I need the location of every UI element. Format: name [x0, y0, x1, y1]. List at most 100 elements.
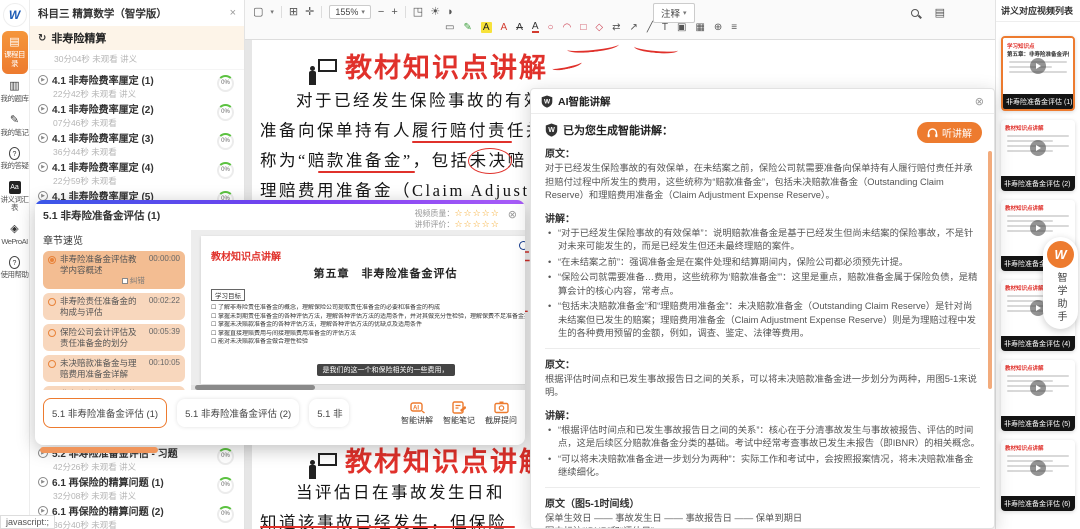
strikethrough-tool-icon[interactable]: A [516, 22, 523, 33]
report-error-label[interactable]: 纠错 [130, 276, 145, 285]
fullscreen-icon[interactable]: ◳ [413, 4, 423, 20]
scrollbar-thumb[interactable] [195, 385, 315, 390]
image-tool-icon[interactable]: ▦ [695, 22, 704, 33]
pen-tool-icon[interactable]: ✎ [463, 22, 471, 33]
play-icon[interactable] [1030, 460, 1046, 476]
connector-tool-icon[interactable]: ⇄ [612, 22, 620, 33]
line-tool-icon[interactable]: ╱ [647, 22, 653, 33]
chapter-group-title: 非寿险精算 [51, 30, 106, 46]
zoom-in-icon[interactable]: + [391, 4, 397, 20]
play-icon[interactable] [1030, 220, 1046, 236]
close-icon[interactable]: × [230, 7, 236, 19]
radio-icon [48, 360, 56, 368]
chapter-chip[interactable]: 非寿险准备金评估教学内容概述 纠错 00:00:00 [43, 251, 185, 289]
teacher-rating-label: 讲师评价： [414, 220, 454, 229]
close-icon[interactable]: ⊗ [975, 95, 984, 108]
font-color-tool-icon[interactable]: A [501, 22, 508, 33]
video-card[interactable]: 教材知识点讲解 非寿险准备金评估 (2) [1001, 120, 1075, 191]
course-item[interactable]: ▶ 4.1 非寿险费率厘定 (2) 07分46秒 未观看 0% [30, 99, 244, 128]
page-thumbnail-icon[interactable]: ▢ [253, 4, 263, 20]
list-tool-icon[interactable]: ≡ [731, 22, 737, 33]
chevron-down-icon: ▾ [361, 8, 365, 16]
chapter-group-header[interactable]: ↻ 非寿险精算 [30, 26, 244, 50]
sidebar-item-question-bank[interactable]: ▥ 我的题库 [1, 76, 29, 110]
svg-text:AI: AI [413, 405, 419, 411]
fit-width-icon[interactable]: ⊞ [289, 4, 298, 20]
video-area[interactable]: 威普爱生 教材知识点讲解 第五章 非寿险准备金评估 学习目标 了解非寿险责任准备… [191, 230, 525, 390]
sidebar-item-my-qa[interactable]: ? 我的答疑 [1, 143, 29, 177]
chapter-chip[interactable]: 非寿险责任准备金的构成与评估 00:02:22 [43, 293, 185, 320]
ai-robot-icon: AI [410, 401, 425, 414]
course-item[interactable]: ▶ 6.1 再保险的精算问题 (2) 36分40秒 未观看 0% [30, 501, 244, 529]
course-item[interactable]: ▶ 4.1 非寿险费率厘定 (1) 22分42秒 未观看 讲义 0% [30, 70, 244, 99]
chapter-chip-title: 非寿险责任准备金的分类与评估 [60, 389, 145, 390]
star-rating[interactable]: ☆☆☆☆☆ [454, 208, 499, 218]
brightness-icon[interactable]: ☀ [430, 4, 440, 20]
horizontal-scrollbar[interactable] [191, 385, 525, 390]
star-rating[interactable]: ☆☆☆☆☆ [454, 219, 499, 229]
polygon-tool-icon[interactable]: ◇ [595, 22, 603, 33]
chapter-chip-title: 非寿险责任准备金的构成与评估 [60, 296, 145, 317]
stamp-tool-icon[interactable]: ▣ [677, 22, 686, 33]
left-icon-rail: W ▤ 课程目录 ▥ 我的题库 ✎ 我的笔记 ? 我的答疑 Aa 讲义词汇表 ◈… [0, 0, 30, 529]
sidebar-item-my-notes[interactable]: ✎ 我的笔记 [1, 110, 29, 144]
tab-scroll-indicator[interactable] [40, 447, 158, 453]
play-icon[interactable] [1030, 380, 1046, 396]
course-item[interactable]: ▶ 6.1 再保险的精算问题 (1) 32分08秒 未观看 讲义 0% [30, 472, 244, 501]
chevron-down-icon[interactable]: ▾ [270, 8, 274, 16]
checkbox-icon[interactable] [122, 278, 128, 284]
course-item[interactable]: ▶ 4.1 非寿险费率厘定 (3) 36分44秒 未观看 0% [30, 128, 244, 157]
link-tool-icon[interactable]: ⊕ [714, 22, 722, 33]
search-icon[interactable] [911, 9, 919, 17]
underline-tool-icon[interactable]: A [532, 22, 539, 33]
play-icon[interactable] [1030, 140, 1046, 156]
sidebar-item-label: 讲义词汇表 [1, 196, 29, 213]
chapter-chip[interactable]: 未决赔款准备金与理赔费用准备金详解 00:10:05 [43, 355, 185, 382]
sidebar-item-label: 我的笔记 [1, 129, 29, 138]
comment-tool-icon[interactable]: ▭ [445, 22, 454, 33]
ai-explain-button[interactable]: AI 智能讲解 [401, 401, 433, 426]
video-list-title: 讲义对应视频列表 [996, 0, 1080, 22]
text-tool-icon[interactable]: T [662, 22, 668, 33]
divider [321, 6, 322, 18]
screenshot-ask-button[interactable]: 截屏提问 [485, 401, 517, 426]
teacher-blackboard-icon [307, 453, 337, 479]
video-card[interactable]: 学习知识点 第五章：非寿险准备金评估 非寿险准备金评估 (1) [1001, 36, 1075, 111]
zoom-level-select[interactable]: 155% ▾ [329, 5, 371, 19]
sidebar-item-weproai[interactable]: ◈ WeProAI [1, 219, 29, 253]
video-card[interactable]: 教材知识点讲解 非寿险准备金评估 (6) [1001, 440, 1075, 511]
highlight-tool-icon[interactable]: A [481, 22, 492, 33]
close-icon[interactable]: ⊗ [508, 208, 517, 221]
sidebar-item-help[interactable]: ? 使用帮助 [1, 252, 29, 286]
chapter-chip[interactable]: 非寿险责任准备金的分类与评估 00:13:17 [43, 386, 185, 390]
video-card[interactable]: 教材知识点讲解 非寿险准备金评估 (5) [1001, 360, 1075, 431]
outline-doc-icon[interactable]: ▤ [935, 5, 945, 21]
video-player-popup: 5.1 非寿险准备金评估 (1) 视频质量：☆☆☆☆☆ 讲师评价：☆☆☆☆☆ ⊗… [35, 200, 525, 445]
video-tab[interactable]: 5.1 非寿险准备金评估 (1) [43, 398, 167, 428]
ai-dialog-body[interactable]: W 已为您生成智能讲解： 原文： 对于已经发生保险事故的有效保单，在未结案之前，… [531, 114, 994, 528]
arrow-tool-icon[interactable]: ↗ [629, 22, 637, 33]
chapter-chip[interactable]: 保险公司会计评估及责任准备金的划分 00:05:39 [43, 324, 185, 351]
course-item-title: 4.1 非寿险费率厘定 (2) [52, 101, 236, 116]
zoom-out-icon[interactable]: − [378, 4, 384, 20]
qa-icon: ? [9, 147, 20, 160]
video-tab[interactable]: 5.1 非寿险准备金评估 (2) [177, 399, 299, 427]
course-item[interactable]: ▶ 4.1 非寿险费率厘定 (4) 22分59秒 未观看 0% [30, 157, 244, 186]
dark-mode-icon[interactable]: ◗ [447, 4, 454, 20]
annotate-label: 注释 [661, 6, 680, 20]
ai-notes-button[interactable]: 智能笔记 [443, 401, 475, 426]
ai-shield-icon: W [541, 95, 553, 108]
hand-tool-icon[interactable]: ✛ [305, 4, 314, 20]
sidebar-item-glossary[interactable]: Aa 讲义词汇表 [1, 177, 29, 219]
vertical-scrollbar-thumb[interactable] [988, 151, 992, 389]
ellipse-tool-icon[interactable]: ○ [548, 22, 554, 33]
smart-assistant-button[interactable]: W 智学助手 [1043, 237, 1078, 329]
sidebar-item-course-catalog[interactable]: ▤ 课程目录 [2, 31, 28, 74]
play-icon[interactable] [1030, 58, 1046, 74]
brand-watermark: 威普爱生 [519, 241, 525, 252]
annotate-dropdown-button[interactable]: 注释 ▾ [653, 3, 695, 23]
section-label: 原文： [545, 356, 980, 371]
video-tab[interactable]: 5.1 非 [309, 399, 349, 427]
arc-tool-icon[interactable]: ◠ [563, 22, 572, 33]
rectangle-tool-icon[interactable]: □ [580, 22, 586, 33]
